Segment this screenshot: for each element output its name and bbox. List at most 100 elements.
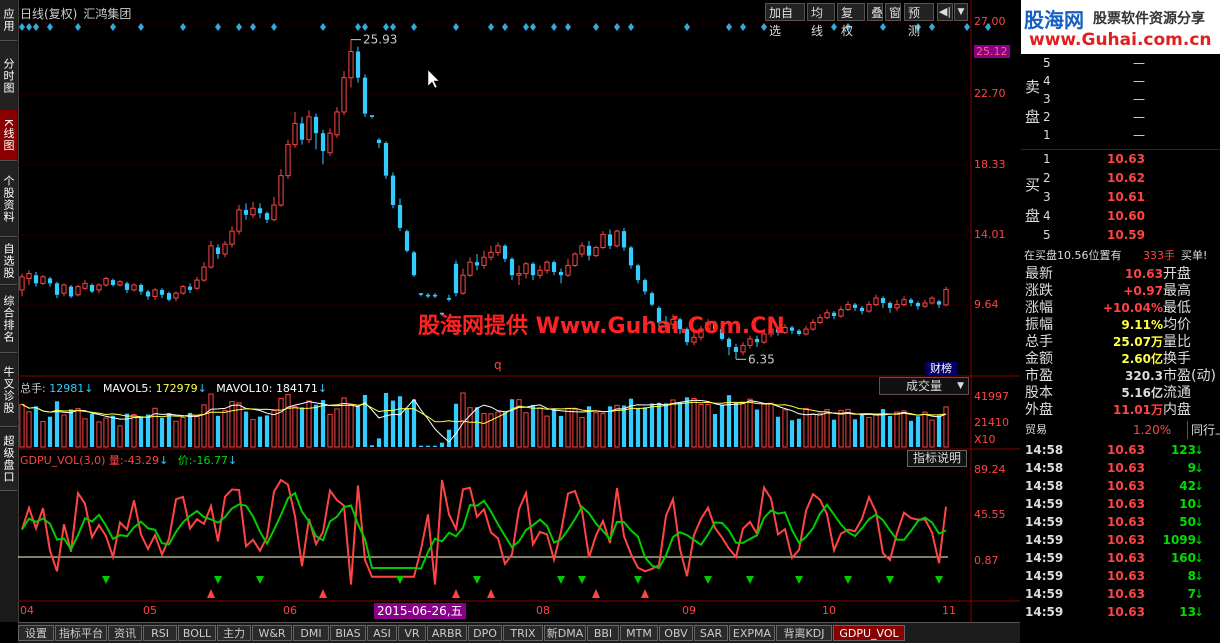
candle (943, 286, 949, 307)
bottom-tab-10[interactable]: VR (398, 625, 426, 641)
buy-price: 10.59 (1107, 228, 1145, 242)
chevron-down-icon[interactable]: ▼ (954, 3, 968, 21)
tick-time: 14:58 (1025, 443, 1064, 457)
tick-row[interactable]: 14:59 10.63 50 ↓ (1021, 513, 1220, 531)
volume-bar (390, 400, 396, 447)
tick-row[interactable]: 14:59 10.63 10 ↓ (1021, 495, 1220, 513)
volume-bar (523, 412, 529, 448)
left-tab-1[interactable]: 分时图 (0, 42, 17, 111)
buy-row[interactable]: 1 10.63 (1021, 150, 1220, 168)
buy-row[interactable]: 2 10.62 (1021, 169, 1220, 187)
stock-name: 汇鸿集团 (83, 7, 132, 21)
sell-level: 4 (1043, 74, 1051, 88)
left-tab-5[interactable]: 综合排名 (0, 286, 17, 353)
tick-row[interactable]: 14:59 10.63 7 ↓ (1021, 585, 1220, 603)
bottom-tab-6[interactable]: W&R (252, 625, 292, 641)
bottom-tab-7[interactable]: DMI (293, 625, 329, 641)
volume-bar (376, 438, 382, 447)
sell-row[interactable]: 1— (1021, 126, 1220, 144)
tick-row[interactable]: 14:59 10.63 1099 ↓ (1021, 531, 1220, 549)
tick-dir: ↓ (1193, 479, 1204, 493)
volume-bar (663, 403, 669, 447)
caibang-badge[interactable]: 财榜 (925, 362, 957, 376)
indicator-help-button[interactable]: 指标说明 (907, 450, 967, 467)
tick-row[interactable]: 14:59 10.63 8 ↓ (1021, 567, 1220, 585)
tick-time: 14:59 (1025, 587, 1064, 601)
left-tab-6[interactable]: 牛叉诊股 (0, 354, 17, 427)
header-button-3[interactable]: 叠 (867, 3, 883, 21)
logo-slogan: 股票软件资源分享 (1093, 11, 1205, 27)
trade-label: 贸易 (1025, 423, 1047, 436)
sell-vol: — (1133, 110, 1145, 124)
sell-row[interactable]: 2— (1021, 108, 1220, 126)
bottom-tab-14[interactable]: 新DMA (544, 625, 586, 641)
bottom-tab-20[interactable]: 背离KDJ (776, 625, 832, 641)
header-button-2[interactable]: 复权 (837, 3, 865, 38)
header-button-1[interactable]: 均线 (807, 3, 835, 38)
bottom-tab-2[interactable]: 资讯 (108, 625, 142, 641)
bottom-tab-4[interactable]: BOLL (178, 625, 216, 641)
left-tab-7[interactable]: 超级盘口 (0, 428, 17, 491)
candle (306, 110, 312, 143)
tick-row[interactable]: 14:58 10.63 9 ↓ (1021, 459, 1220, 477)
volume-bar (572, 408, 578, 448)
indicator-amount-line (21, 478, 947, 585)
trade-pct: 1.20% (1133, 423, 1172, 437)
buy-row[interactable]: 5 10.59 (1021, 226, 1220, 244)
header-button-0[interactable]: 加自选 (765, 3, 805, 38)
sell-row[interactable]: 3— (1021, 90, 1220, 108)
price-axis-label-2: 22.70 (974, 87, 1006, 100)
buy-signal-arrow-icon (641, 589, 649, 598)
bottom-tab-1[interactable]: 指标平台 (55, 625, 107, 641)
bottom-tab-19[interactable]: EXPMA (729, 625, 775, 641)
volume-bar (187, 412, 193, 447)
volume-dropdown[interactable]: 成交量 ▼ (879, 377, 969, 395)
bottom-tab-17[interactable]: OBV (659, 625, 693, 641)
bottom-tab-3[interactable]: RSI (143, 625, 177, 641)
candle (327, 128, 333, 157)
bottom-tab-5[interactable]: 主力 (217, 625, 251, 641)
candle (47, 276, 53, 287)
bottom-tab-15[interactable]: BBI (587, 625, 619, 641)
bottom-tab-12[interactable]: DPO (468, 625, 502, 641)
volume-axis-2: 21410 (974, 416, 1009, 429)
volume-bar (593, 412, 599, 448)
buy-row[interactable]: 3 10.61 (1021, 188, 1220, 206)
bottom-tab-8[interactable]: BIAS (330, 625, 366, 641)
volume-bar (768, 402, 774, 448)
left-tab-4[interactable]: 自选股 (0, 238, 17, 285)
candle (628, 245, 634, 269)
volume-bar (873, 413, 879, 448)
tick-row[interactable]: 14:59 10.63 13 ↓ (1021, 603, 1220, 621)
bottom-tab-13[interactable]: TRIX (503, 625, 543, 641)
tick-row[interactable]: 14:58 10.63 123 ↓ (1021, 441, 1220, 459)
buy-row[interactable]: 4 10.60 (1021, 207, 1220, 225)
quote-key: 最新 (1025, 266, 1053, 282)
trade-peer[interactable]: 同行上 (1187, 421, 1220, 439)
candle (320, 129, 326, 165)
candle (292, 111, 298, 148)
volume-bar (656, 402, 662, 447)
left-tab-0[interactable]: 应用 (0, 0, 17, 41)
bottom-tab-0[interactable]: 设置 (18, 625, 54, 641)
tick-row[interactable]: 14:59 10.63 160 ↓ (1021, 549, 1220, 567)
candle (75, 285, 81, 297)
bottom-tab-9[interactable]: ASI (367, 625, 397, 641)
volume-bar (285, 394, 291, 448)
bottom-tab-16[interactable]: MTM (620, 625, 658, 641)
left-tab-2[interactable]: K线图 (0, 110, 17, 161)
candle (600, 231, 606, 250)
volume-bar (47, 416, 53, 447)
header-button-4[interactable]: 窗 (885, 3, 901, 21)
candle (474, 253, 480, 271)
left-tab-3[interactable]: 个股资料 (0, 162, 17, 237)
sell-row[interactable]: 4— (1021, 72, 1220, 90)
volume-bar (607, 406, 613, 447)
tick-row[interactable]: 14:58 10.63 42 ↓ (1021, 477, 1220, 495)
bottom-tab-11[interactable]: ARBR (427, 625, 467, 641)
arrow-left-icon[interactable]: ◀| (937, 3, 953, 21)
bottom-tab-21[interactable]: GDPU_VOL (833, 625, 905, 641)
header-button-5[interactable]: 预测 (904, 3, 934, 38)
sell-row[interactable]: 5— (1021, 54, 1220, 72)
bottom-tab-18[interactable]: SAR (694, 625, 728, 641)
